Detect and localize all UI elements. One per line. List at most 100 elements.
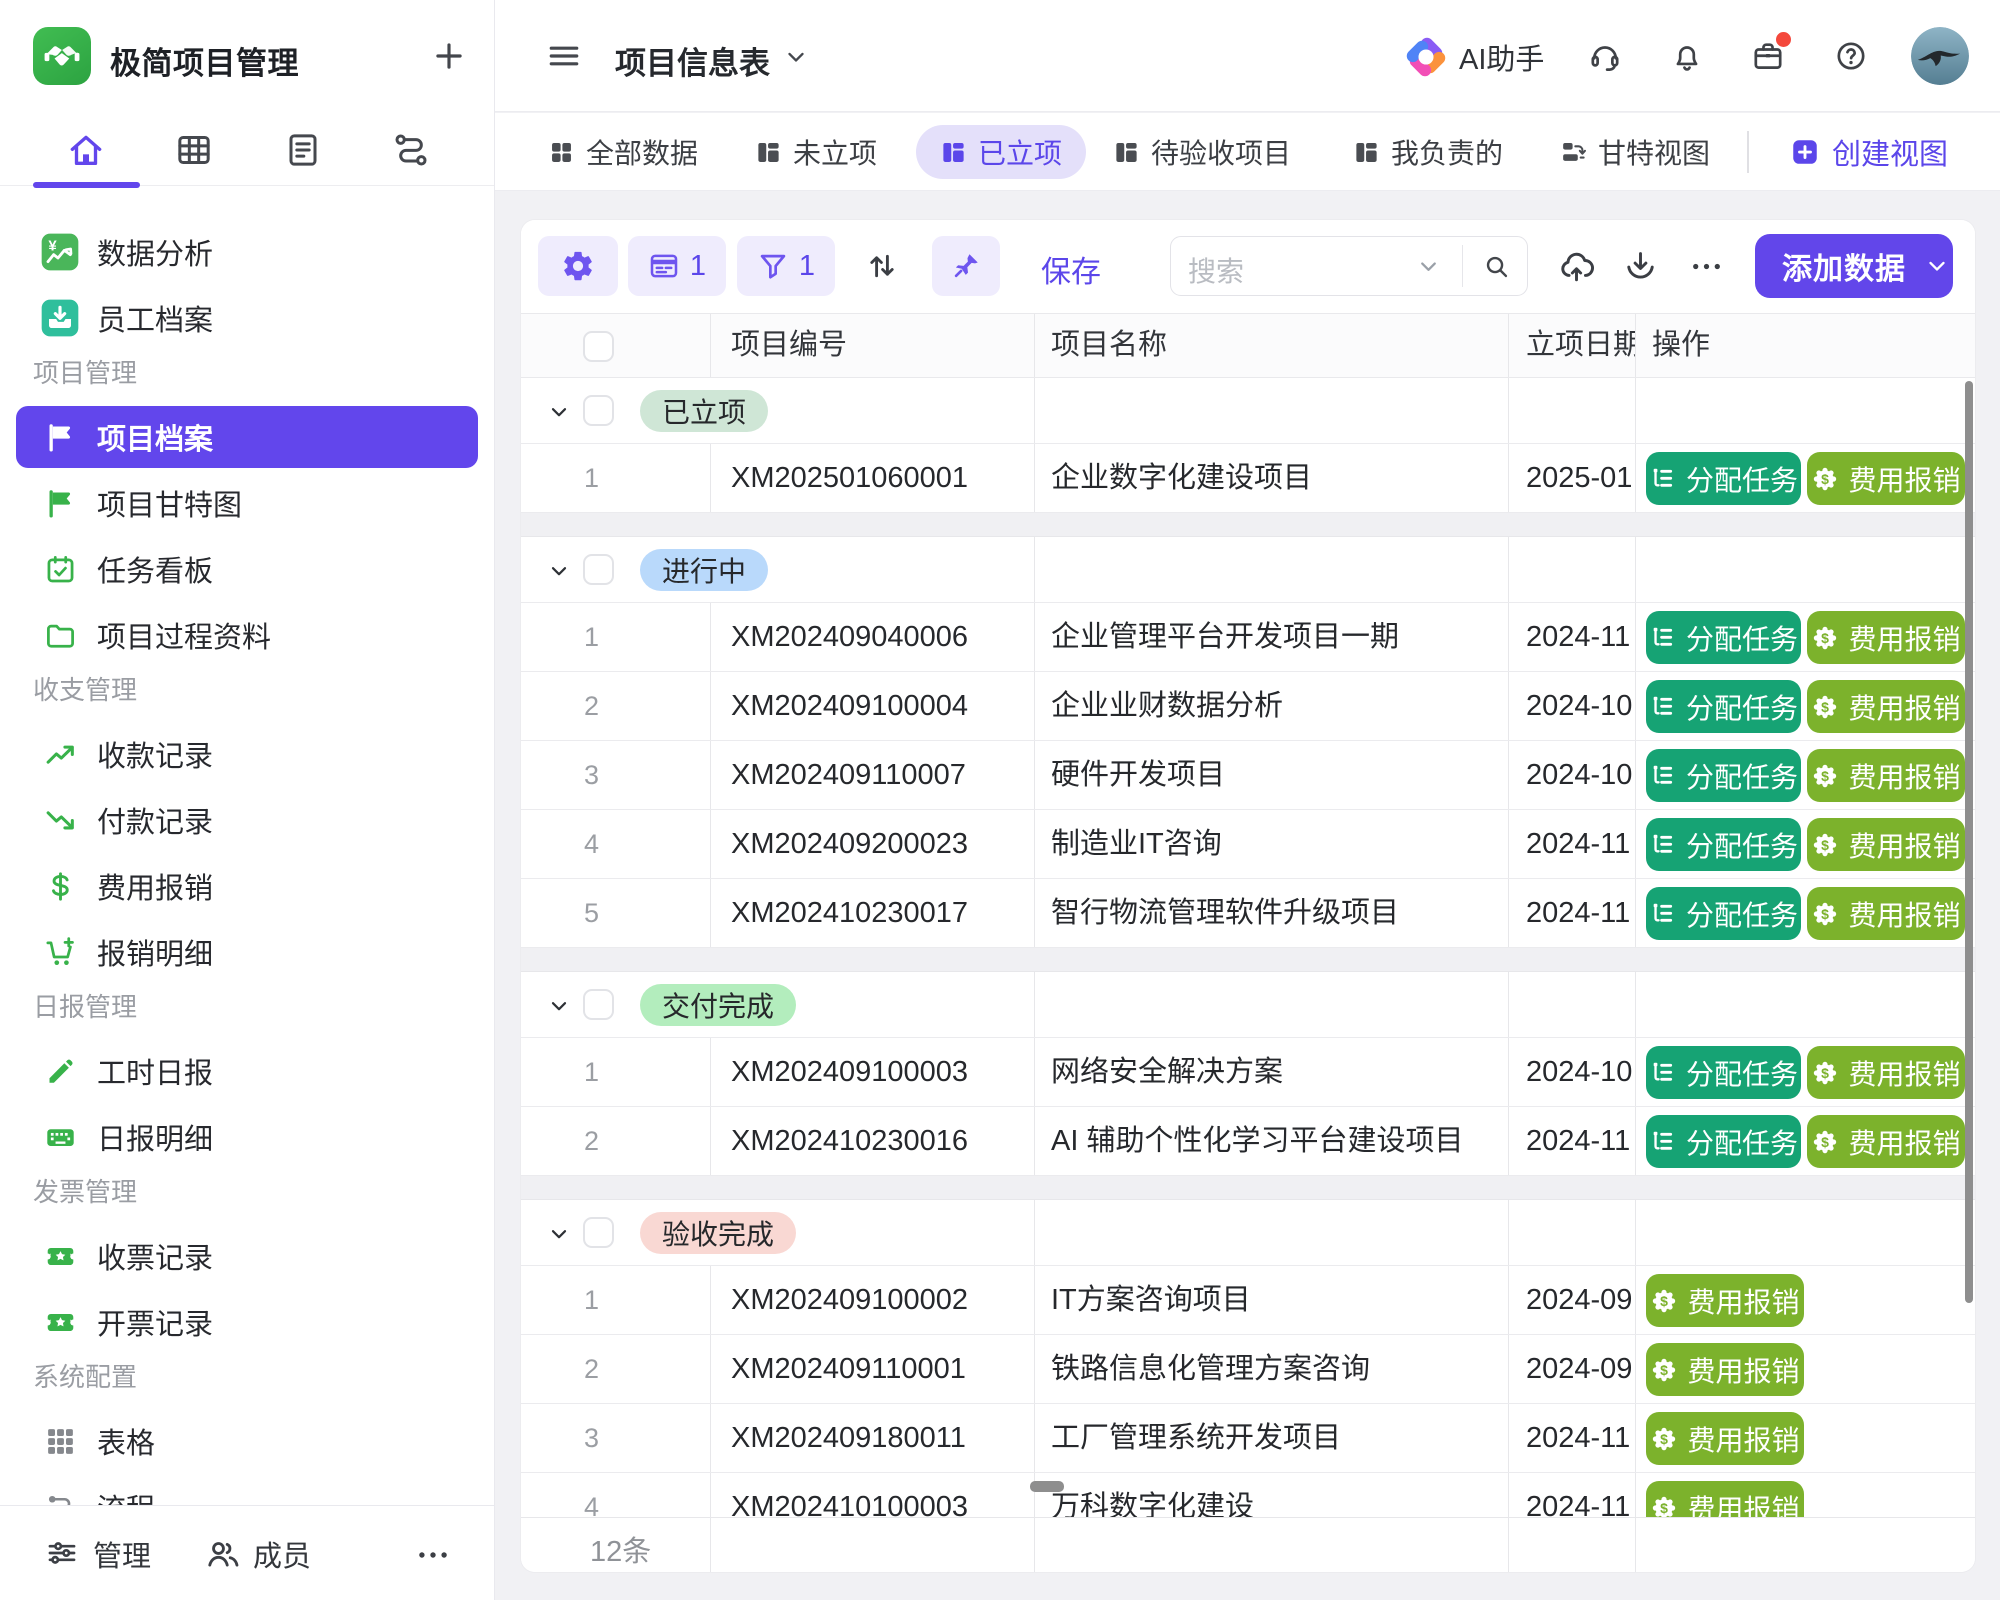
sidebar-item-费用报销[interactable]: 费用报销 bbox=[16, 855, 478, 917]
assign-task-button[interactable]: 分配任务 bbox=[1646, 818, 1801, 871]
table-row[interactable]: 3XM202409110007硬件开发项目2024-10分配任务$费用报销 bbox=[521, 741, 1975, 810]
notifications-bell-icon[interactable] bbox=[1670, 39, 1704, 73]
view-tab-未立项[interactable]: 未立项 bbox=[755, 125, 877, 179]
expense-claim-button[interactable]: $费用报销 bbox=[1807, 818, 1965, 871]
expense-claim-button[interactable]: $费用报销 bbox=[1646, 1412, 1804, 1465]
add-data-button[interactable]: 添加数据 bbox=[1755, 234, 1953, 298]
sidebar-item-付款记录[interactable]: 付款记录 bbox=[16, 789, 478, 851]
assign-task-button[interactable]: 分配任务 bbox=[1646, 1046, 1801, 1099]
collapse-chevron-icon[interactable] bbox=[547, 1222, 571, 1246]
collapse-chevron-icon[interactable] bbox=[547, 559, 571, 583]
view-tab-待验收项目[interactable]: 待验收项目 bbox=[1113, 125, 1291, 179]
settings-gear-button[interactable] bbox=[538, 236, 618, 296]
save-button[interactable]: 保存 bbox=[1041, 247, 1101, 291]
sidebar-item-开票记录[interactable]: 开票记录 bbox=[16, 1291, 478, 1353]
assign-task-button[interactable]: 分配任务 bbox=[1646, 680, 1801, 733]
sidebar-item-流程[interactable]: 流程 bbox=[16, 1476, 478, 1505]
filter-button[interactable]: 1 bbox=[737, 236, 835, 296]
pin-button[interactable] bbox=[932, 236, 1000, 296]
fields-config-button[interactable]: 1 bbox=[628, 236, 726, 296]
vertical-scrollbar[interactable] bbox=[1965, 381, 1973, 1303]
user-avatar[interactable] bbox=[1911, 27, 1969, 85]
group-checkbox[interactable] bbox=[583, 395, 614, 426]
sidebar-item-数据分析[interactable]: ¥数据分析 bbox=[16, 221, 478, 283]
sidebar-item-任务看板[interactable]: 任务看板 bbox=[16, 538, 478, 600]
table-row[interactable]: 3XM202409180011工厂管理系统开发项目2024-11$费用报销 bbox=[521, 1404, 1975, 1473]
sidebar-item-表格[interactable]: 表格 bbox=[16, 1410, 478, 1472]
sidebar-more-button[interactable] bbox=[414, 1536, 454, 1572]
expense-claim-button[interactable]: $费用报销 bbox=[1646, 1481, 1804, 1517]
collapse-chevron-icon[interactable] bbox=[547, 400, 571, 424]
expense-claim-button[interactable]: $费用报销 bbox=[1807, 1115, 1965, 1168]
nav-tab-home-icon[interactable] bbox=[65, 129, 107, 171]
table-row[interactable]: 2XM202409100004企业业财数据分析2024-10分配任务$费用报销 bbox=[521, 672, 1975, 741]
assign-task-button[interactable]: 分配任务 bbox=[1646, 749, 1801, 802]
group-gap bbox=[521, 513, 1975, 537]
horizontal-scrollbar[interactable] bbox=[1030, 1481, 1064, 1492]
sidebar-item-报销明细[interactable]: 报销明细 bbox=[16, 921, 478, 983]
sidebar-item-项目档案[interactable]: 项目档案 bbox=[16, 406, 478, 468]
nav-tab-flows-icon[interactable] bbox=[390, 129, 432, 171]
support-headset-icon[interactable] bbox=[1588, 39, 1622, 73]
cell-start-date: 2024-11 bbox=[1509, 603, 1636, 671]
create-view-button[interactable]: 创建视图 bbox=[1790, 125, 1948, 179]
sidebar-item-员工档案[interactable]: 员工档案 bbox=[16, 287, 478, 349]
expense-claim-button[interactable]: $费用报销 bbox=[1646, 1343, 1804, 1396]
expense-claim-button[interactable]: $费用报销 bbox=[1807, 452, 1965, 505]
table-row[interactable]: 2XM202410230016AI 辅助个性化学习平台建设项目2024-11分配… bbox=[521, 1107, 1975, 1176]
more-actions-icon[interactable] bbox=[1688, 248, 1724, 284]
view-tab-甘特视图[interactable]: 甘特视图 bbox=[1560, 125, 1710, 179]
view-tab-已立项[interactable]: 已立项 bbox=[916, 125, 1086, 179]
collapse-chevron-icon[interactable] bbox=[547, 994, 571, 1018]
upload-cloud-icon[interactable] bbox=[1558, 248, 1594, 284]
view-tab-我负责的[interactable]: 我负责的 bbox=[1353, 125, 1503, 179]
expense-claim-button[interactable]: $费用报销 bbox=[1807, 680, 1965, 733]
expense-claim-button[interactable]: $费用报销 bbox=[1807, 749, 1965, 802]
sidebar-item-项目甘特图[interactable]: 项目甘特图 bbox=[16, 472, 478, 534]
table-row[interactable]: 4XM202409200023制造业IT咨询2024-11分配任务$费用报销 bbox=[521, 810, 1975, 879]
expense-claim-button[interactable]: $费用报销 bbox=[1807, 887, 1965, 940]
sidebar-item-收款记录[interactable]: 收款记录 bbox=[16, 723, 478, 785]
manage-button[interactable]: 管理 bbox=[45, 1506, 151, 1600]
search-icon[interactable] bbox=[1482, 252, 1511, 281]
table-row[interactable]: 2XM202409110001铁路信息化管理方案咨询2024-09$费用报销 bbox=[521, 1335, 1975, 1404]
assign-task-button[interactable]: 分配任务 bbox=[1646, 1115, 1801, 1168]
column-header-项目编号[interactable]: 项目编号 bbox=[711, 314, 1035, 377]
sidebar-item-项目过程资料[interactable]: 项目过程资料 bbox=[16, 604, 478, 666]
table-row[interactable]: 1XM202409040006企业管理平台开发项目一期2024-11分配任务$费… bbox=[521, 603, 1975, 672]
group-checkbox[interactable] bbox=[583, 554, 614, 585]
sidebar-item-收票记录[interactable]: 收票记录 bbox=[16, 1225, 478, 1287]
sort-button[interactable] bbox=[864, 248, 900, 284]
members-button[interactable]: 成员 bbox=[205, 1506, 311, 1600]
column-header-立项日期[interactable]: 立项日期 bbox=[1509, 314, 1636, 377]
view-tab-全部数据[interactable]: 全部数据 bbox=[548, 125, 698, 179]
search-chevron-down-icon[interactable] bbox=[1416, 254, 1441, 279]
assign-task-button[interactable]: 分配任务 bbox=[1646, 887, 1801, 940]
group-checkbox[interactable] bbox=[583, 1217, 614, 1248]
expense-claim-button[interactable]: $费用报销 bbox=[1807, 611, 1965, 664]
expense-claim-button[interactable]: $费用报销 bbox=[1646, 1274, 1804, 1327]
column-header-项目名称[interactable]: 项目名称 bbox=[1035, 314, 1509, 377]
table-row[interactable]: 1XM202501060001企业数字化建设项目2025-01分配任务$费用报销 bbox=[521, 444, 1975, 513]
assign-task-button[interactable]: 分配任务 bbox=[1646, 452, 1801, 505]
column-divider bbox=[1508, 603, 1509, 671]
help-icon[interactable] bbox=[1834, 39, 1868, 73]
sidebar-item-日报明细[interactable]: 日报明细 bbox=[16, 1106, 478, 1168]
sidebar-item-工时日报[interactable]: 工时日报 bbox=[16, 1040, 478, 1102]
table-row[interactable]: 4XM202410100003万科数字化建设2024-11$费用报销 bbox=[521, 1473, 1975, 1517]
select-all-checkbox[interactable] bbox=[583, 331, 614, 362]
app-title: 极简项目管理 bbox=[110, 38, 299, 83]
search-box[interactable]: 搜索 bbox=[1170, 236, 1528, 296]
table-row[interactable]: 1XM202409100002IT方案咨询项目2024-09$费用报销 bbox=[521, 1266, 1975, 1335]
nav-tab-docs-icon[interactable] bbox=[282, 129, 324, 171]
table-row[interactable]: 5XM202410230017智行物流管理软件升级项目2024-11分配任务$费… bbox=[521, 879, 1975, 948]
ai-assistant-button[interactable]: AI助手 bbox=[1405, 36, 1544, 78]
column-header-操作[interactable]: 操作 bbox=[1636, 314, 1975, 377]
table-row[interactable]: 1XM202409100003网络安全解决方案2024-10分配任务$费用报销 bbox=[521, 1038, 1975, 1107]
assign-task-button[interactable]: 分配任务 bbox=[1646, 611, 1801, 664]
download-icon[interactable] bbox=[1622, 248, 1658, 284]
expense-claim-button[interactable]: $费用报销 bbox=[1807, 1046, 1965, 1099]
group-checkbox[interactable] bbox=[583, 989, 614, 1020]
add-app-button[interactable] bbox=[430, 37, 468, 75]
nav-tab-tables-icon[interactable] bbox=[173, 129, 215, 171]
